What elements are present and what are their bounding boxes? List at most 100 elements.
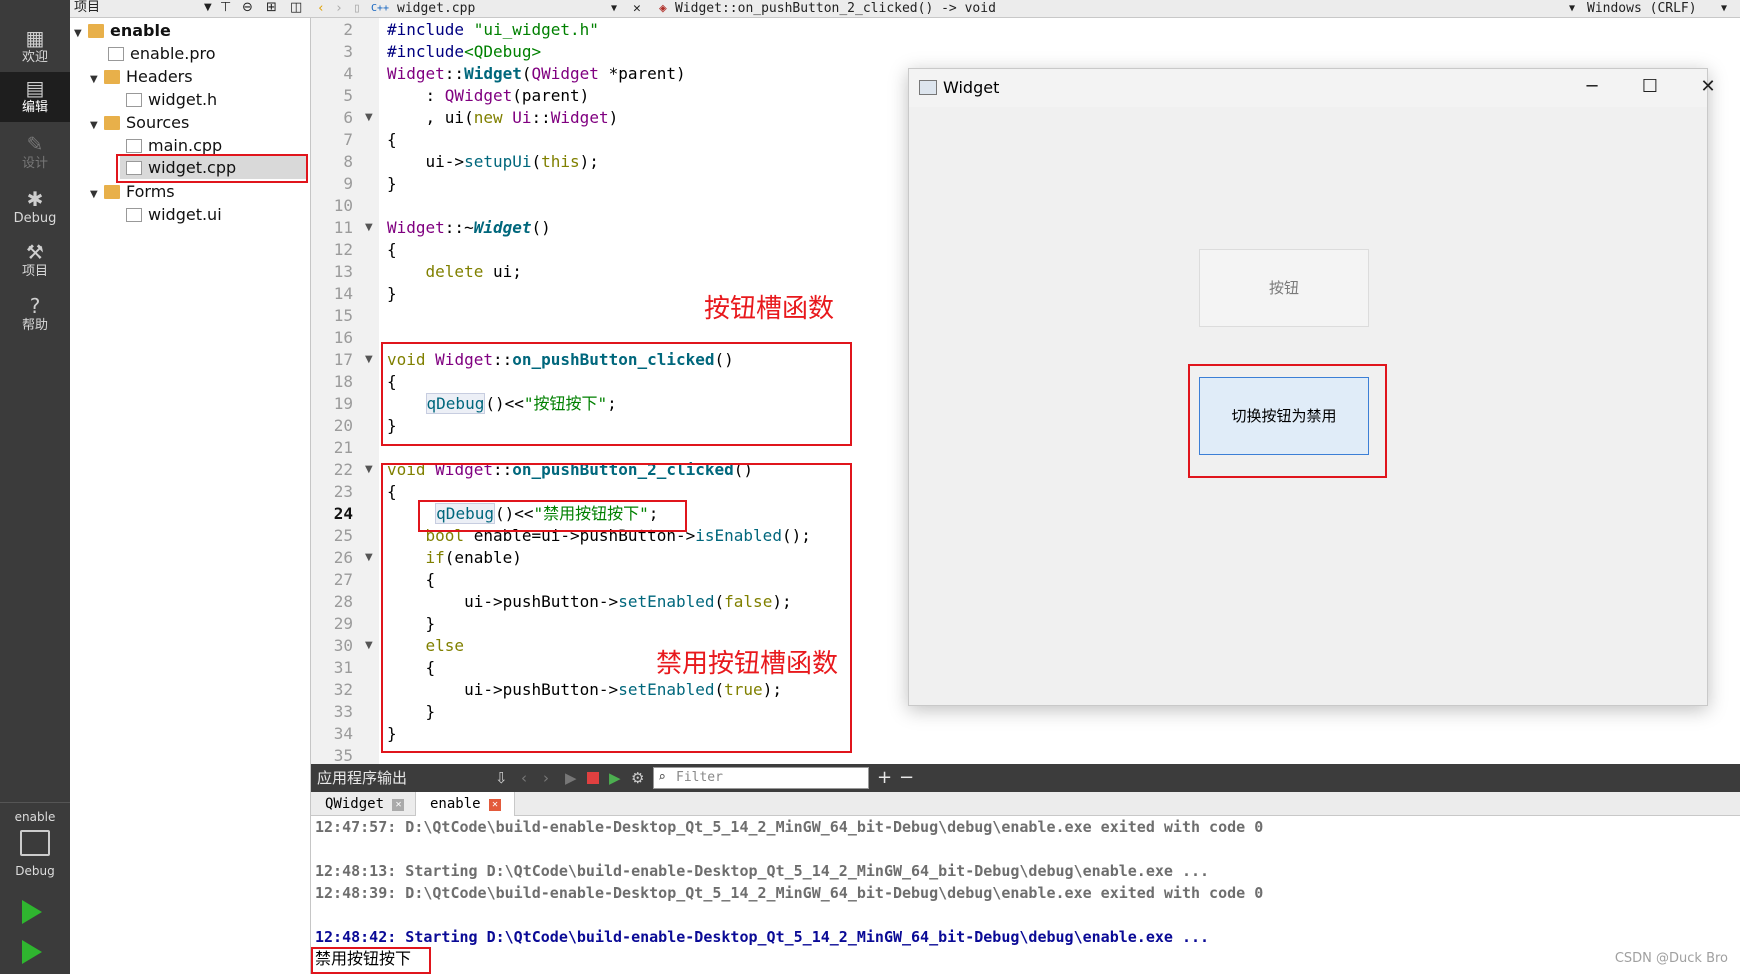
zoom-out-icon[interactable]: −: [899, 764, 914, 792]
output-line: 12:48:13: Starting D:\QtCode\build-enabl…: [315, 862, 1210, 880]
slot1-box: [381, 342, 852, 446]
chevron-down-icon[interactable]: ▼: [204, 0, 212, 16]
line-number: 7: [343, 130, 353, 149]
fold-arrow-icon[interactable]: ▼: [365, 112, 373, 123]
output-highlight-box: [311, 947, 431, 974]
chevron-down-icon[interactable]: ▼: [90, 114, 104, 137]
grid-icon: ▦: [25, 26, 45, 50]
chevron-down-icon[interactable]: ▼: [74, 22, 88, 45]
line-number: 10: [333, 196, 353, 215]
run-debug-icon[interactable]: ▶: [609, 764, 621, 792]
tree-item-widget-h[interactable]: widget.h: [126, 88, 217, 111]
edit-icon: ▤: [25, 76, 45, 100]
fold-arrow-icon[interactable]: ▼: [365, 552, 373, 563]
tree-header: 项目 ▼ ⊤ ⊖ ⊞ ◫: [70, 0, 311, 18]
chevron-down-icon[interactable]: ▼: [1721, 0, 1727, 17]
tree-item-forms[interactable]: ▼ Forms: [90, 180, 175, 203]
line-ending-selector[interactable]: Windows (CRLF): [1587, 0, 1697, 17]
pencil-icon: ✎: [26, 132, 44, 156]
settings-icon[interactable]: ⚙: [631, 764, 644, 792]
mode-debug[interactable]: ✱ Debug: [0, 183, 70, 233]
project-tree: 项目 ▼ ⊤ ⊖ ⊞ ◫ ▼ enable enable.pro ▼ Headers…: [70, 0, 311, 974]
previous-icon[interactable]: ‹: [521, 764, 527, 792]
close-tab-icon[interactable]: ✕: [392, 799, 405, 811]
code-line: : QWidget(parent): [387, 86, 590, 105]
mode-label: Debug: [13, 211, 57, 226]
mode-projects[interactable]: ⚒ 项目: [0, 236, 70, 286]
rerun-icon[interactable]: ▶: [565, 764, 577, 792]
tree-item-headers[interactable]: ▼ Headers: [90, 65, 193, 88]
output-pane-title: 应用程序输出: [317, 769, 408, 787]
chevron-down-icon[interactable]: ▼: [90, 68, 104, 91]
back-icon[interactable]: ‹: [317, 0, 325, 17]
output-pane-toolbar: 应用程序输出 ⇩ ‹ › ▶ ▶ ⚙ ⌕ Filter + −: [311, 764, 1740, 792]
output-line: 12:48:42: Starting D:\QtCode\build-enabl…: [315, 928, 1210, 946]
stop-icon[interactable]: [587, 772, 599, 784]
line-number: 11: [333, 218, 353, 237]
fold-arrow-icon[interactable]: ▼: [365, 222, 373, 233]
fold-arrow-icon[interactable]: ▼: [365, 464, 373, 475]
zoom-in-icon[interactable]: +: [877, 764, 892, 792]
mode-welcome[interactable]: ▦ 欢迎: [0, 22, 70, 72]
code-line: {: [387, 240, 397, 259]
split-icon[interactable]: ⊞: [266, 0, 277, 16]
monitor-icon[interactable]: [20, 830, 50, 856]
application-output[interactable]: 12:47:57: D:\QtCode\build-enable-Desktop…: [311, 816, 1740, 974]
mode-label: 项目: [21, 264, 48, 279]
forward-icon[interactable]: ›: [335, 0, 343, 17]
code-line: Widget::~Widget(): [387, 218, 551, 237]
next-icon[interactable]: ›: [543, 764, 549, 792]
chevron-down-icon[interactable]: ▼: [90, 183, 104, 206]
push-button-disabled[interactable]: 按钮: [1199, 249, 1369, 327]
tree-item-sources[interactable]: ▼ Sources: [90, 111, 189, 134]
tree-item-pro[interactable]: enable.pro: [108, 42, 216, 65]
mode-help[interactable]: ? 帮助: [0, 290, 70, 340]
search-icon: ⌕: [658, 770, 666, 785]
line-number: 13: [333, 262, 353, 281]
qdebug-box: [418, 500, 687, 532]
tab-enable[interactable]: enable ✕: [415, 792, 515, 817]
cpp-file-icon: C++: [371, 3, 390, 14]
run-icon[interactable]: [22, 900, 42, 924]
debug-run-icon[interactable]: [22, 940, 42, 964]
function-selector[interactable]: Widget::on_pushButton_2_clicked() -> voi…: [675, 0, 996, 17]
link-icon[interactable]: ⊖: [242, 0, 253, 16]
bug-icon: ✱: [26, 187, 44, 211]
line-gutter: 2 3 4 5 6 7 8 9 10 11 12 13 14 15 16 17 …: [311, 18, 381, 765]
mode-design[interactable]: ✎ 设计: [0, 128, 70, 178]
tree-item-widget-ui[interactable]: widget.ui: [126, 203, 222, 226]
mode-edit[interactable]: ▤ 编辑: [0, 72, 70, 122]
chevron-down-icon[interactable]: ▼: [611, 0, 617, 17]
filter-input[interactable]: ⌕ Filter: [653, 767, 869, 789]
line-number: 27: [333, 570, 353, 589]
window-title: Widget: [943, 78, 1000, 97]
function-icon: ◈: [659, 1, 667, 16]
kit-config: Debug: [15, 864, 55, 878]
tree-item-label: main.cpp: [148, 136, 223, 155]
line-number: 22: [333, 460, 353, 479]
maximize-icon[interactable]: ☐: [1621, 69, 1679, 107]
fold-arrow-icon[interactable]: ▼: [365, 354, 373, 365]
minimize-icon[interactable]: ─: [1563, 69, 1621, 107]
line-number: 28: [333, 592, 353, 611]
attach-icon[interactable]: ⇩: [495, 764, 508, 792]
line-number: 32: [333, 680, 353, 699]
filter-icon[interactable]: ⊤: [220, 0, 231, 16]
line-number: 16: [333, 328, 353, 347]
code-line: Widget::Widget(QWidget *parent): [387, 64, 686, 83]
filter-placeholder: Filter: [676, 770, 723, 785]
watermark: CSDN @Duck Bro: [1614, 951, 1728, 966]
tab-qwidget[interactable]: QWidget ✕: [311, 792, 415, 816]
highlight-box: [116, 154, 308, 183]
fold-arrow-icon[interactable]: ▼: [365, 640, 373, 651]
line-number: 17: [333, 350, 353, 369]
line-number: 18: [333, 372, 353, 391]
close-sidebar-icon[interactable]: ◫: [290, 0, 302, 16]
chevron-down-icon[interactable]: ▼: [1569, 0, 1575, 17]
file-tab[interactable]: widget.cpp: [397, 0, 475, 17]
close-icon[interactable]: ✕: [1679, 69, 1737, 107]
tree-item-project[interactable]: ▼ enable: [74, 19, 171, 42]
close-icon[interactable]: ✕: [633, 0, 641, 17]
close-tab-icon[interactable]: ✕: [489, 799, 502, 811]
window-titlebar: Widget ─ ☐ ✕: [909, 69, 1716, 107]
